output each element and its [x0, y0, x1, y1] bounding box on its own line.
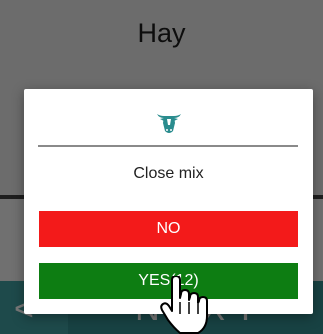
- no-button[interactable]: NO: [39, 211, 298, 247]
- hand-pointer-icon: [160, 276, 208, 334]
- dialog-message: Close mix: [133, 165, 204, 182]
- screen: Hay < NEXT Close mix NO YES(12): [0, 0, 323, 334]
- cow-head-icon: [157, 114, 181, 133]
- dialog-divider: [38, 145, 298, 147]
